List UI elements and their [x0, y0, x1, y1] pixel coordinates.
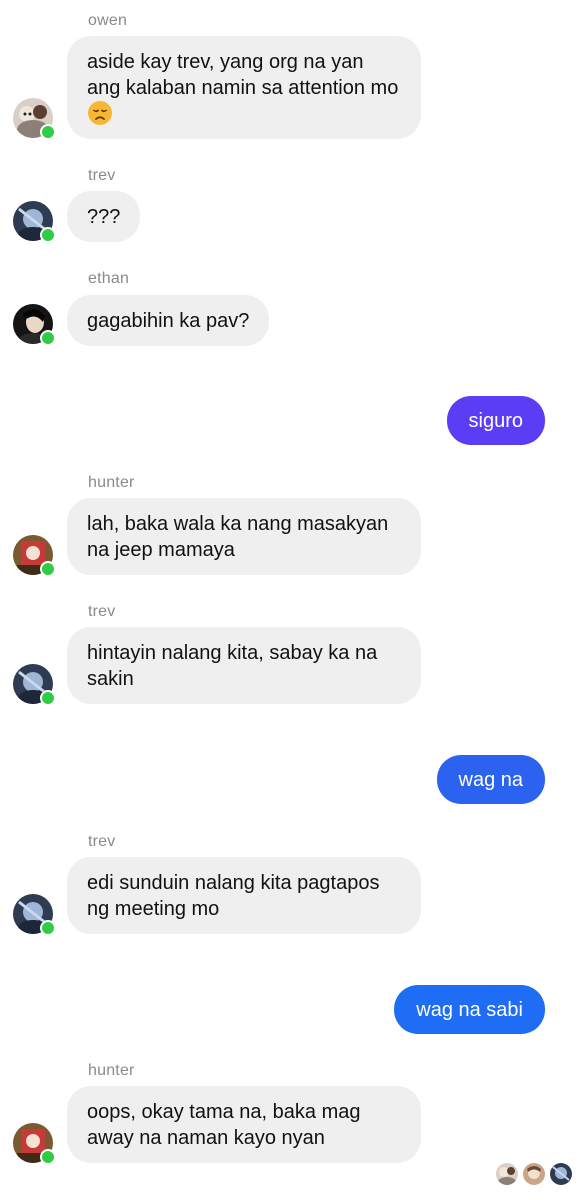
avatar-trev[interactable]	[13, 664, 56, 706]
sender-name: ethan	[88, 270, 130, 287]
message-text: ???	[87, 206, 121, 228]
sender-name: trev	[88, 603, 116, 620]
message-text: gagabihin ka pav?	[87, 310, 250, 332]
message-text: aside kay trev, yang org na yan ang kala…	[87, 51, 399, 99]
avatar-owen[interactable]	[13, 98, 56, 140]
message-text: hintayin nalang kita, sabay ka na sakin	[87, 642, 378, 690]
seen-avatar	[496, 1163, 518, 1185]
message-bubble[interactable]: edi sunduin nalang kita pagtapos ng meet…	[67, 857, 421, 934]
online-status-dot	[40, 1149, 56, 1165]
avatar-hunter[interactable]	[13, 535, 56, 577]
sent-message-bubble[interactable]: wag na sabi	[394, 985, 545, 1034]
online-status-dot	[40, 690, 56, 706]
sent-message-bubble[interactable]: siguro	[446, 396, 545, 445]
online-status-dot	[40, 561, 56, 577]
message-text: wag na sabi	[416, 999, 523, 1021]
sender-name: hunter	[88, 1062, 135, 1079]
avatar-ethan[interactable]	[13, 304, 56, 346]
message-text: lah, baka wala ka nang masakyan na jeep …	[87, 513, 389, 561]
message-bubble[interactable]: hintayin nalang kita, sabay ka na sakin	[67, 627, 421, 704]
sender-name: trev	[88, 833, 116, 850]
message-bubble[interactable]: lah, baka wala ka nang masakyan na jeep …	[67, 498, 421, 575]
seen-by-avatars[interactable]	[496, 1163, 572, 1185]
avatar-trev[interactable]	[13, 894, 56, 936]
online-status-dot	[40, 124, 56, 140]
message-text: edi sunduin nalang kita pagtapos ng meet…	[87, 872, 380, 920]
message-text: siguro	[468, 410, 523, 432]
avatar-trev[interactable]	[13, 201, 56, 243]
message-text: oops, okay tama na, baka mag away na nam…	[87, 1101, 361, 1149]
message-bubble[interactable]: ???	[67, 191, 141, 242]
sender-name: owen	[88, 12, 128, 29]
message-bubble[interactable]: oops, okay tama na, baka mag away na nam…	[67, 1086, 421, 1163]
message-text: wag na	[458, 769, 524, 791]
sender-name: trev	[88, 167, 116, 184]
avatar-hunter[interactable]	[13, 1123, 56, 1165]
online-status-dot	[40, 330, 56, 346]
message-bubble[interactable]: gagabihin ka pav?	[67, 295, 270, 346]
sent-message-bubble[interactable]: wag na	[436, 755, 545, 804]
seen-avatar	[550, 1163, 572, 1185]
online-status-dot	[40, 920, 56, 936]
disappointed-face-emoji	[88, 101, 112, 125]
online-status-dot	[40, 227, 56, 243]
sender-name: hunter	[88, 474, 135, 491]
message-bubble[interactable]: aside kay trev, yang org na yan ang kala…	[67, 36, 421, 139]
seen-avatar	[523, 1163, 545, 1185]
